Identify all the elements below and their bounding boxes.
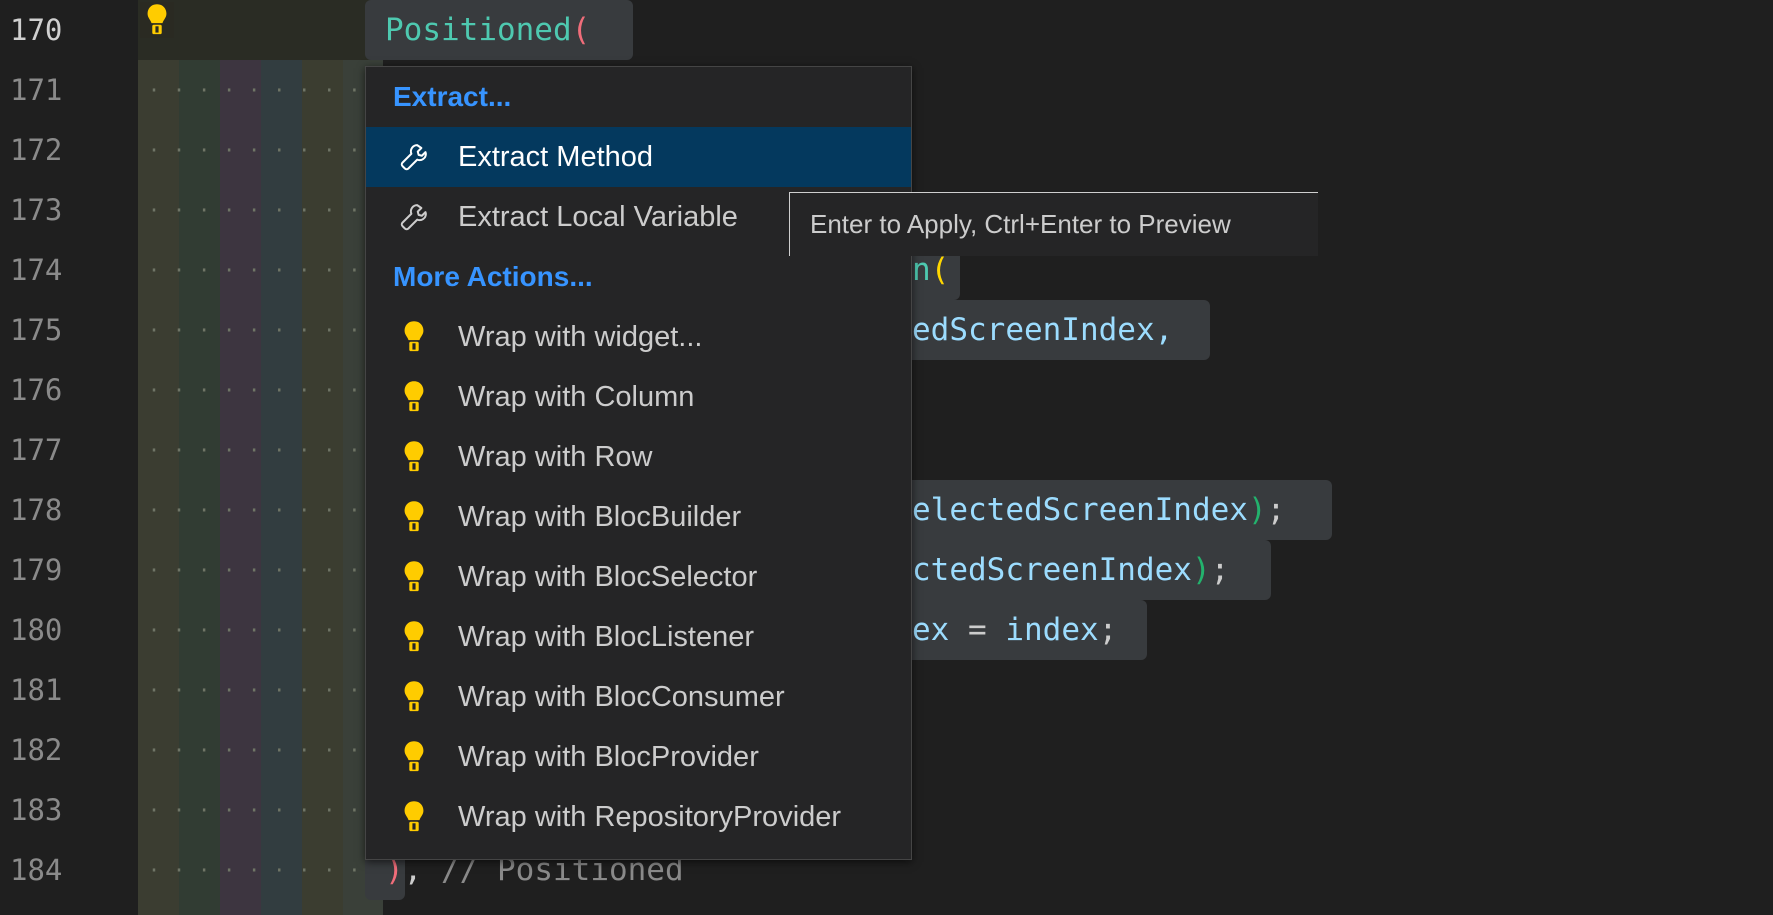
whitespace-dots: ·········· [148, 438, 399, 462]
code-token: ) [1247, 492, 1267, 528]
whitespace-dots: ·········· [148, 138, 399, 162]
code-token: Positioned [385, 12, 572, 48]
line-number: 184 [10, 853, 63, 887]
line-number: 182 [10, 733, 63, 767]
menu-item[interactable]: Wrap with widget... [366, 307, 911, 367]
code-line-180[interactable]: ex = index; [912, 600, 1117, 660]
whitespace-dots: ·········· [148, 798, 399, 822]
gutter-lightbulb-button[interactable] [140, 2, 174, 38]
whitespace-dots: ·········· [148, 558, 399, 582]
code-token: ; [1210, 552, 1230, 588]
line-number: 176 [10, 373, 63, 407]
code-line-178[interactable]: electedScreenIndex); [912, 480, 1285, 540]
menu-item[interactable]: Extract Method [366, 127, 911, 187]
tooltip: Enter to Apply, Ctrl+Enter to Preview [789, 192, 1318, 256]
line-number: 177 [10, 433, 63, 467]
menu-item[interactable]: Wrap with Row [366, 427, 911, 487]
lightbulb-icon [147, 4, 167, 35]
code-token: edScreenIndex, [912, 312, 1174, 348]
lightbulb-icon [366, 561, 458, 593]
code-token: ) [1191, 552, 1211, 588]
menu-item[interactable]: Wrap with BlocProvider [366, 727, 911, 787]
menu-item[interactable]: Wrap with BlocConsumer [366, 667, 911, 727]
menu-item[interactable]: Wrap with BlocBuilder [366, 487, 911, 547]
code-token: index [1005, 612, 1099, 648]
line-number: 183 [10, 793, 63, 827]
whitespace-dots: ·········· [148, 78, 399, 102]
line-number: 178 [10, 493, 63, 527]
menu-item-label: Wrap with RepositoryProvider [458, 801, 842, 833]
line-number: 174 [10, 253, 63, 287]
menu-item-label: Wrap with BlocListener [458, 621, 755, 653]
lightbulb-icon [366, 801, 458, 833]
code-line-170[interactable]: Positioned( [385, 0, 590, 60]
code-line-175[interactable]: edScreenIndex, [912, 300, 1173, 360]
menu-item[interactable]: Wrap with Column [366, 367, 911, 427]
code-line-179[interactable]: ctedScreenIndex); [912, 540, 1229, 600]
whitespace-dots: ·········· [148, 858, 399, 882]
line-number: 172 [10, 133, 63, 167]
lightbulb-icon [366, 381, 458, 413]
line-number: 179 [10, 553, 63, 587]
menu-item[interactable]: Wrap with RepositoryProvider [366, 787, 911, 847]
menu-item-label: Wrap with widget... [458, 321, 703, 353]
menu-item-label: Wrap with Column [458, 381, 695, 413]
menu-section-header: More Actions... [393, 261, 593, 292]
code-token: ctedScreenIndex [912, 552, 1192, 588]
code-token: ; [1266, 492, 1286, 528]
code-token: n [912, 252, 931, 288]
indent-guide [138, 0, 383, 60]
whitespace-dots: ·········· [148, 618, 399, 642]
tooltip-text: Enter to Apply, Ctrl+Enter to Preview [810, 209, 1231, 239]
code-token: = [949, 612, 1006, 648]
line-number: 181 [10, 673, 63, 707]
menu-item-label: Extract Method [458, 141, 654, 173]
whitespace-dots: ·········· [148, 258, 399, 282]
whitespace-dots: ·········· [148, 738, 399, 762]
menu-item-label: Wrap with BlocSelector [458, 561, 758, 593]
line-number: 180 [10, 613, 63, 647]
menu-item-label: Wrap with BlocProvider [458, 741, 759, 773]
menu-item-label: Wrap with BlocBuilder [458, 501, 742, 533]
lightbulb-icon [366, 441, 458, 473]
code-actions-menu: Extract... Extract Method Extract Local Va… [365, 66, 912, 860]
code-token: ( [930, 252, 950, 288]
lightbulb-icon [366, 621, 458, 653]
lightbulb-icon [366, 741, 458, 773]
code-token: ; [1098, 612, 1118, 648]
line-number: 170 [10, 13, 63, 47]
menu-item-label: Extract Local Variable [458, 201, 738, 233]
lightbulb-icon [366, 501, 458, 533]
menu-item[interactable]: Wrap with BlocSelector [366, 547, 911, 607]
whitespace-dots: ·········· [148, 498, 399, 522]
wrench-icon [366, 202, 458, 232]
menu-item[interactable]: Wrap with BlocListener [366, 607, 911, 667]
lightbulb-icon [366, 321, 458, 353]
lightbulb-icon [366, 681, 458, 713]
whitespace-dots: ·········· [148, 318, 399, 342]
menu-item-label: Wrap with Row [458, 441, 653, 473]
code-token: ex [912, 612, 950, 648]
line-number: 171 [10, 73, 63, 107]
whitespace-dots: ·········· [148, 198, 399, 222]
whitespace-dots: ·········· [148, 678, 399, 702]
code-token: electedScreenIndex [912, 492, 1248, 528]
menu-item-label: Wrap with BlocConsumer [458, 681, 785, 713]
whitespace-dots: ·········· [148, 378, 399, 402]
line-number: 173 [10, 193, 63, 227]
wrench-icon [366, 142, 458, 172]
line-number: 175 [10, 313, 63, 347]
menu-section-header: Extract... [393, 81, 512, 112]
code-token: ( [571, 12, 591, 48]
